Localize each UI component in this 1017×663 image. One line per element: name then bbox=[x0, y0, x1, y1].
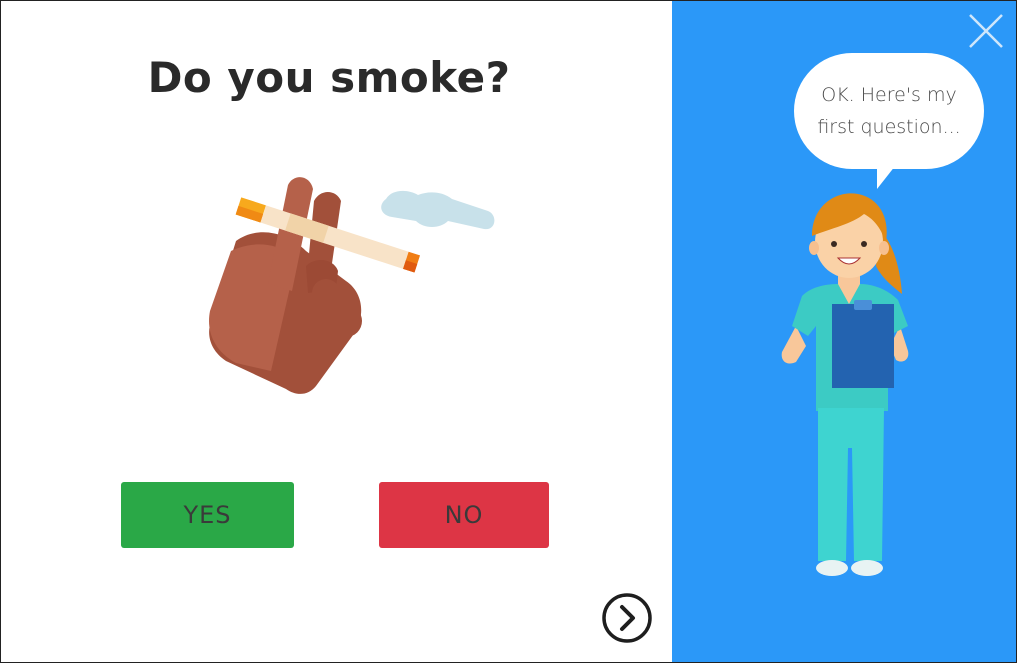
bubble-line-1: OK. Here's my bbox=[821, 84, 957, 106]
chevron-right-circle-icon bbox=[602, 593, 652, 643]
close-button[interactable] bbox=[968, 13, 1004, 49]
yes-button[interactable]: YES bbox=[121, 482, 294, 548]
question-panel: Do you smoke? YES NO bbox=[1, 1, 672, 662]
question-title: Do you smoke? bbox=[147, 53, 511, 102]
no-button[interactable]: NO bbox=[379, 482, 549, 548]
bubble-line-2: first question... bbox=[817, 116, 961, 138]
speech-bubble-tail bbox=[877, 161, 899, 189]
nurse-character bbox=[781, 193, 909, 576]
close-icon bbox=[969, 14, 1003, 48]
quiz-dialog: Do you smoke? YES NO OK. Here's my first… bbox=[0, 0, 1017, 663]
speech-bubble: OK. Here's my first question... bbox=[794, 53, 984, 169]
next-button[interactable] bbox=[601, 592, 653, 644]
assistant-panel: OK. Here's my first question... bbox=[672, 1, 1016, 662]
smoke-icon bbox=[381, 190, 495, 230]
smoking-hand-illustration bbox=[209, 177, 495, 394]
